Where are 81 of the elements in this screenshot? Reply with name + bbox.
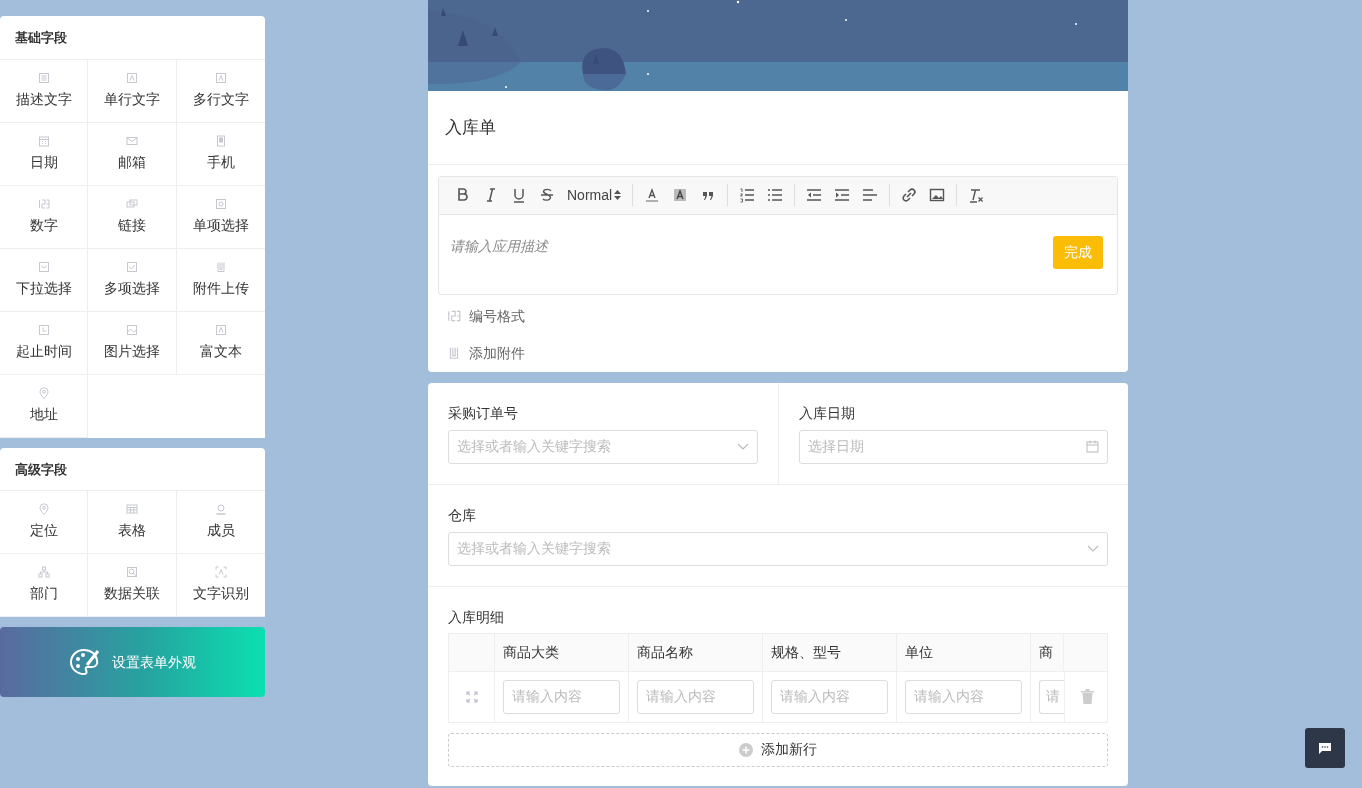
field-type-item[interactable]: 表格 (88, 491, 177, 554)
column-header: 商品大类 (494, 633, 628, 671)
column-header: 规格、型号 (762, 633, 896, 671)
numbered-list-icon[interactable] (739, 187, 756, 203)
field-label: 采购订单号 (448, 403, 519, 423)
field-type-item[interactable]: 附件上传 (177, 248, 265, 312)
align-icon[interactable] (862, 187, 879, 203)
strikethrough-icon[interactable] (539, 187, 555, 203)
calendar-icon (1086, 440, 1099, 453)
text-scan-icon (215, 566, 227, 578)
field-type-item[interactable]: 起止时间 (0, 311, 88, 375)
org-chart-icon (37, 566, 50, 578)
text-box-icon (215, 71, 227, 84)
panel-title: 基础字段 (0, 16, 265, 60)
form-title: 入库单 (428, 91, 1128, 165)
field-type-item[interactable]: 部门 (0, 554, 88, 617)
text-box-icon (215, 323, 227, 336)
chat-button[interactable] (1305, 728, 1345, 768)
column-header: 商品名称 (628, 633, 762, 671)
bullet-list-icon[interactable] (767, 187, 784, 203)
up-down-caret-icon (614, 189, 622, 201)
column-header: 单位 (896, 633, 1030, 671)
highlight-icon[interactable] (672, 187, 689, 203)
field-type-item[interactable]: 多行文字 (177, 59, 265, 123)
field-type-item[interactable]: 下拉选择 (0, 248, 88, 312)
text-box-icon (126, 71, 138, 84)
add-row-button[interactable]: 添加新行 (448, 732, 1108, 767)
link-icon[interactable] (901, 187, 918, 203)
field-type-item[interactable]: 多项选择 (88, 248, 177, 312)
clear-format-icon[interactable] (968, 187, 985, 203)
field-type-item[interactable]: 单项选择 (177, 185, 265, 249)
location-pin-icon (37, 503, 50, 515)
dropdown-icon (37, 260, 50, 273)
field-label: 仓库 (448, 505, 477, 525)
field-type-item[interactable]: 数据关联 (88, 554, 177, 617)
field-type-item[interactable]: 描述文字 (0, 59, 88, 123)
person-icon (215, 503, 227, 515)
location-pin-icon (37, 386, 50, 399)
image-icon (126, 323, 138, 336)
field-type-item[interactable]: 富文本 (177, 311, 265, 375)
underline-icon[interactable] (511, 187, 527, 203)
field-type-item[interactable]: 链接 (88, 185, 177, 249)
table-icon (126, 503, 138, 515)
chevron-down-icon (1087, 544, 1099, 553)
bold-icon[interactable] (455, 187, 471, 203)
envelope-icon (126, 134, 138, 147)
chevron-down-icon (736, 442, 749, 451)
field-type-item[interactable]: 定位 (0, 491, 88, 554)
number-icon (37, 197, 50, 210)
field-type-item[interactable]: 手机 (177, 122, 265, 186)
field-type-item[interactable]: 单行文字 (88, 59, 177, 123)
column-header: 商 (1030, 633, 1063, 671)
chat-bubble-icon (1319, 742, 1331, 754)
numbering-format-option[interactable]: 编号格式 (428, 297, 1128, 335)
field-type-item[interactable]: 日期 (0, 122, 88, 186)
table-title: 入库明细 (448, 607, 505, 627)
field-type-item[interactable]: 文字识别 (177, 554, 265, 617)
field-label: 入库日期 (798, 403, 856, 423)
indent-icon[interactable] (834, 187, 851, 203)
panel-title: 高级字段 (0, 447, 265, 491)
link-icon (126, 197, 138, 210)
radio-icon (215, 197, 227, 210)
checkbox-icon (126, 260, 138, 273)
phone-icon (215, 134, 227, 147)
image-icon[interactable] (929, 187, 946, 203)
add-attachment-option[interactable]: 添加附件 (428, 334, 1128, 372)
magnifier-icon (126, 566, 138, 578)
field-type-item[interactable]: 数字 (0, 185, 88, 249)
description-placeholder[interactable]: 请输入应用描述 (450, 235, 548, 257)
calendar-icon (37, 134, 50, 147)
outdent-icon[interactable] (806, 187, 823, 203)
palette-icon (69, 648, 100, 676)
number-icon (447, 309, 461, 323)
format-select[interactable]: Normal (561, 184, 628, 206)
field-type-item[interactable]: 图片选择 (88, 311, 177, 375)
plus-circle-icon (739, 742, 753, 757)
field-type-item[interactable]: 地址 (0, 374, 88, 438)
field-type-item[interactable]: 邮箱 (88, 122, 177, 186)
clock-icon (37, 323, 50, 336)
text-color-icon[interactable] (644, 187, 661, 203)
field-type-item[interactable]: 成员 (177, 491, 265, 554)
